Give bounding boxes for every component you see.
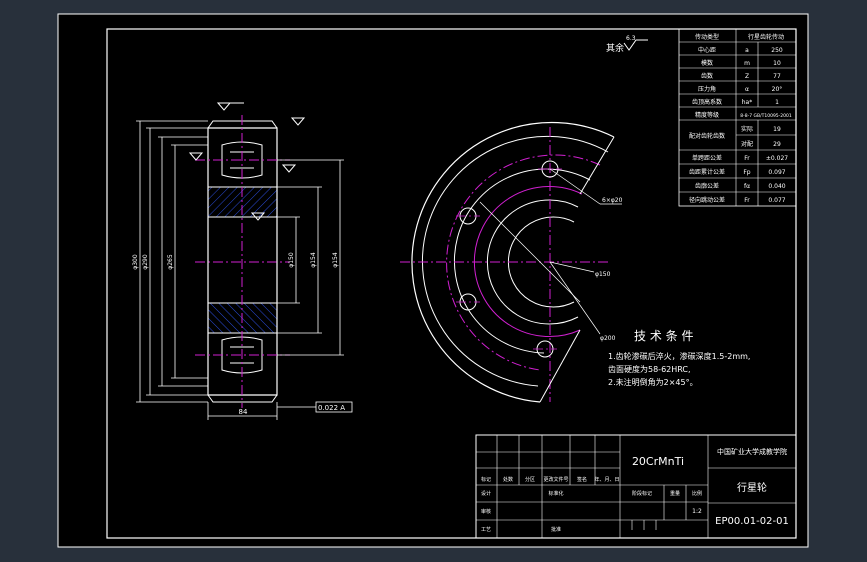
tb-label-2: 分区 (525, 476, 535, 483)
tech-line-1: 1.齿轮渗碳后淬火，渗碳深度1.5-2mm, (608, 351, 750, 361)
tb-label-0: 标记 (481, 476, 491, 483)
param-sym-2: Z (745, 73, 749, 80)
param-label-1: 模数 (701, 59, 713, 67)
scale-value: 1:2 (692, 508, 702, 515)
param-val-5: 8-8-7 GB/T10095-2001 (740, 113, 792, 119)
surface-finish-label: 其余 (606, 42, 624, 54)
param-val-7: 29 (773, 141, 781, 148)
param-sym-8: Fr (744, 155, 750, 162)
tb-label-6: 设计 (481, 490, 491, 497)
right-dim-1: φ150 (288, 252, 295, 268)
param-sym-7: 对配 (741, 140, 753, 148)
tb-label-13: 批准 (551, 526, 561, 533)
left-dim-2: φ290 (142, 254, 149, 270)
left-dim-3: φ265 (167, 254, 174, 270)
param-label-9: 齿距累计公差 (689, 168, 725, 176)
param-label-4: 齿顶高系数 (692, 98, 722, 106)
tb-label-11: 审核 (481, 508, 491, 515)
param-label-0: 中心距 (698, 46, 716, 54)
param-val-8: ±0.027 (766, 155, 788, 162)
tb-label-1: 处数 (503, 476, 513, 483)
dia-callout-1: φ150 (595, 271, 611, 278)
dia-callout-2: φ200 (600, 335, 616, 342)
tech-line-2: 齿面硬度为58-62HRC, (608, 364, 691, 374)
left-dim-1: φ300 (132, 254, 139, 270)
param-val-4: 1 (775, 99, 779, 106)
param-label-5: 精度等级 (695, 111, 719, 119)
tb-label-4: 签名 (577, 476, 587, 483)
param-header-2: 行星齿轮传动 (748, 33, 784, 41)
width-dim: 84 (239, 408, 248, 416)
param-label-10: 齿廓公差 (695, 182, 719, 190)
tb-label-10: 比例 (692, 490, 702, 497)
tolerance-text: 0.022 A (318, 404, 345, 412)
tech-line-3: 2.未注明倒角为2×45°。 (608, 377, 698, 387)
school-name: 中国矿业大学成教学院 (717, 447, 787, 456)
param-val-1: 10 (773, 60, 781, 67)
param-val-2: 77 (773, 73, 781, 80)
param-val-6: 19 (773, 126, 781, 133)
param-sym-0: a (745, 47, 749, 54)
param-label-6: 配对齿轮齿数 (689, 132, 725, 140)
param-val-9: 0.097 (768, 169, 785, 176)
param-sym-10: fα (744, 183, 750, 190)
param-sym-11: Fr (744, 197, 750, 204)
param-sym-3: α (745, 86, 749, 93)
surface-finish-value: 6.3 (626, 35, 636, 42)
tech-title: 技 术 条 件 (634, 329, 693, 343)
tb-label-5: 年、月、日 (594, 476, 619, 483)
param-val-10: 0.040 (768, 183, 785, 190)
tb-label-3: 更改文件号 (543, 476, 568, 483)
cad-drawing-canvas[interactable]: φ300 φ290 φ265 φ150 φ154 φ154 84 0.022 A (0, 0, 867, 562)
param-label-2: 齿数 (701, 72, 713, 80)
tb-label-9: 重量 (670, 490, 680, 497)
param-sym-6: 实际 (741, 125, 753, 133)
param-val-3: 20° (772, 86, 783, 93)
param-label-11: 径向跳动公差 (689, 196, 725, 204)
param-sym-9: Fp (743, 169, 750, 176)
tb-label-7: 标准化 (548, 490, 563, 497)
param-val-11: 0.077 (768, 197, 785, 204)
param-label-8: 单跨距公差 (692, 154, 722, 162)
param-label-3: 压力角 (698, 85, 716, 93)
part-name: 行星轮 (737, 481, 767, 494)
tb-label-8: 阶段标记 (632, 490, 652, 497)
param-sym-1: m (744, 60, 750, 67)
hole-callout: 6×φ20 (602, 197, 623, 204)
param-val-0: 250 (771, 47, 783, 54)
right-dim-2: φ154 (310, 252, 317, 268)
material: 20CrMnTi (632, 455, 684, 468)
tb-label-12: 工艺 (481, 527, 491, 533)
right-dim-3: φ154 (332, 252, 339, 268)
drawing-number: EP00.01-02-01 (715, 516, 789, 527)
param-sym-4: ha* (742, 99, 752, 106)
param-header-1: 传动类型 (695, 33, 719, 41)
